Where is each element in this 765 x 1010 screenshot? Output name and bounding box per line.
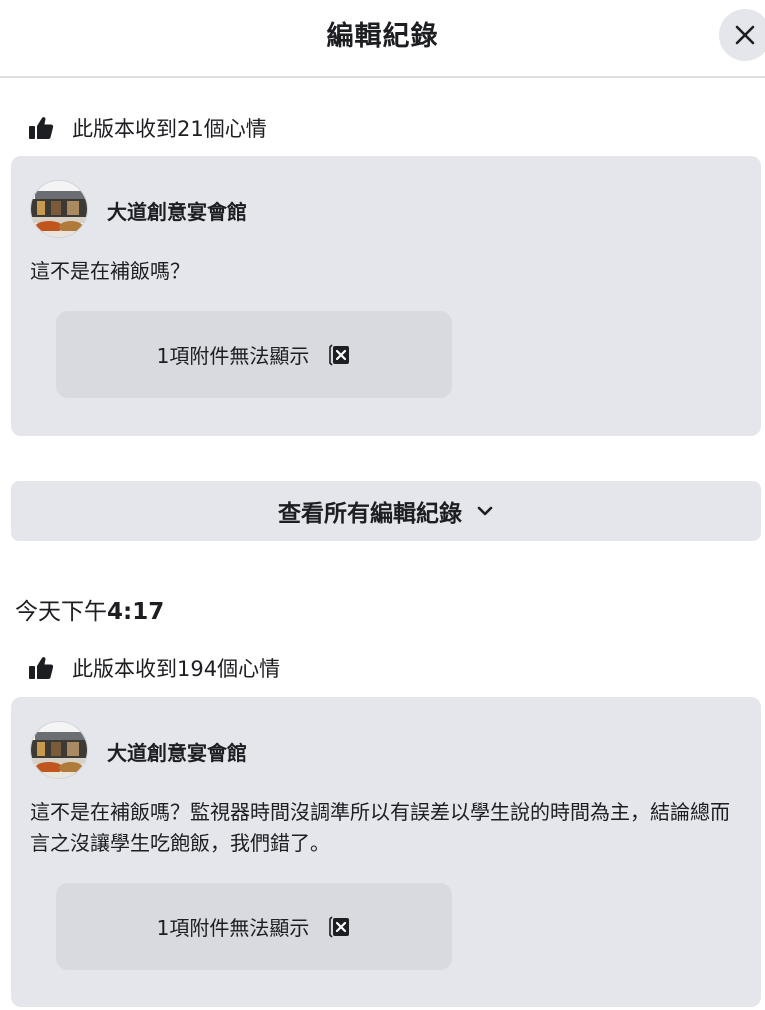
thumbs-up-icon [29,117,54,139]
broken-attachment-icon [329,343,350,366]
attachment-label: 1項附件無法顯示 [156,344,310,368]
view-all-edits-button[interactable]: 查看所有編輯紀錄 [11,481,761,541]
post-version-card: 大道創意宴會館 這不是在補飯嗎？監視器時間沒調準所以有誤差以學生說的時間為主，結… [11,697,761,1007]
avatar[interactable] [30,180,88,238]
broken-attachment-icon [329,915,350,938]
thumbs-up-icon [29,657,54,679]
timestamp-time: 4:17 [107,599,165,625]
reactions-label: 此版本收到21個心情 [72,117,267,141]
restaurant-photo [31,722,87,778]
chevron-down-icon [477,506,493,516]
version-timestamp: 今天下午4:17 [15,592,164,626]
close-icon [735,25,755,45]
attachment-unavailable: 1項附件無法顯示 [56,883,452,970]
timestamp-prefix: 今天下午 [15,599,107,625]
restaurant-photo [31,181,87,237]
page-name[interactable]: 大道創意宴會館 [107,196,247,225]
avatar[interactable] [30,721,88,779]
reactions-label: 此版本收到194個心情 [72,657,281,681]
post-version-card: 大道創意宴會館 這不是在補飯嗎？ 1項附件無法顯示 [11,156,761,436]
post-text: 這不是在補飯嗎？ [30,259,190,283]
version-reactions: 此版本收到194個心情 [28,653,280,683]
page-name[interactable]: 大道創意宴會館 [107,737,247,766]
dialog-title: 編輯紀錄 [326,21,439,52]
attachment-label: 1項附件無法顯示 [156,916,310,940]
post-text: 這不是在補飯嗎？監視器時間沒調準所以有誤差以學生說的時間為主，結論總而言之沒讓學… [30,800,730,855]
close-button[interactable] [719,9,765,61]
version-reactions: 此版本收到21個心情 [28,113,267,143]
attachment-unavailable: 1項附件無法顯示 [56,311,452,398]
view-all-label: 查看所有編輯紀錄 [278,501,462,527]
dialog-header: 編輯紀錄 [0,0,765,78]
